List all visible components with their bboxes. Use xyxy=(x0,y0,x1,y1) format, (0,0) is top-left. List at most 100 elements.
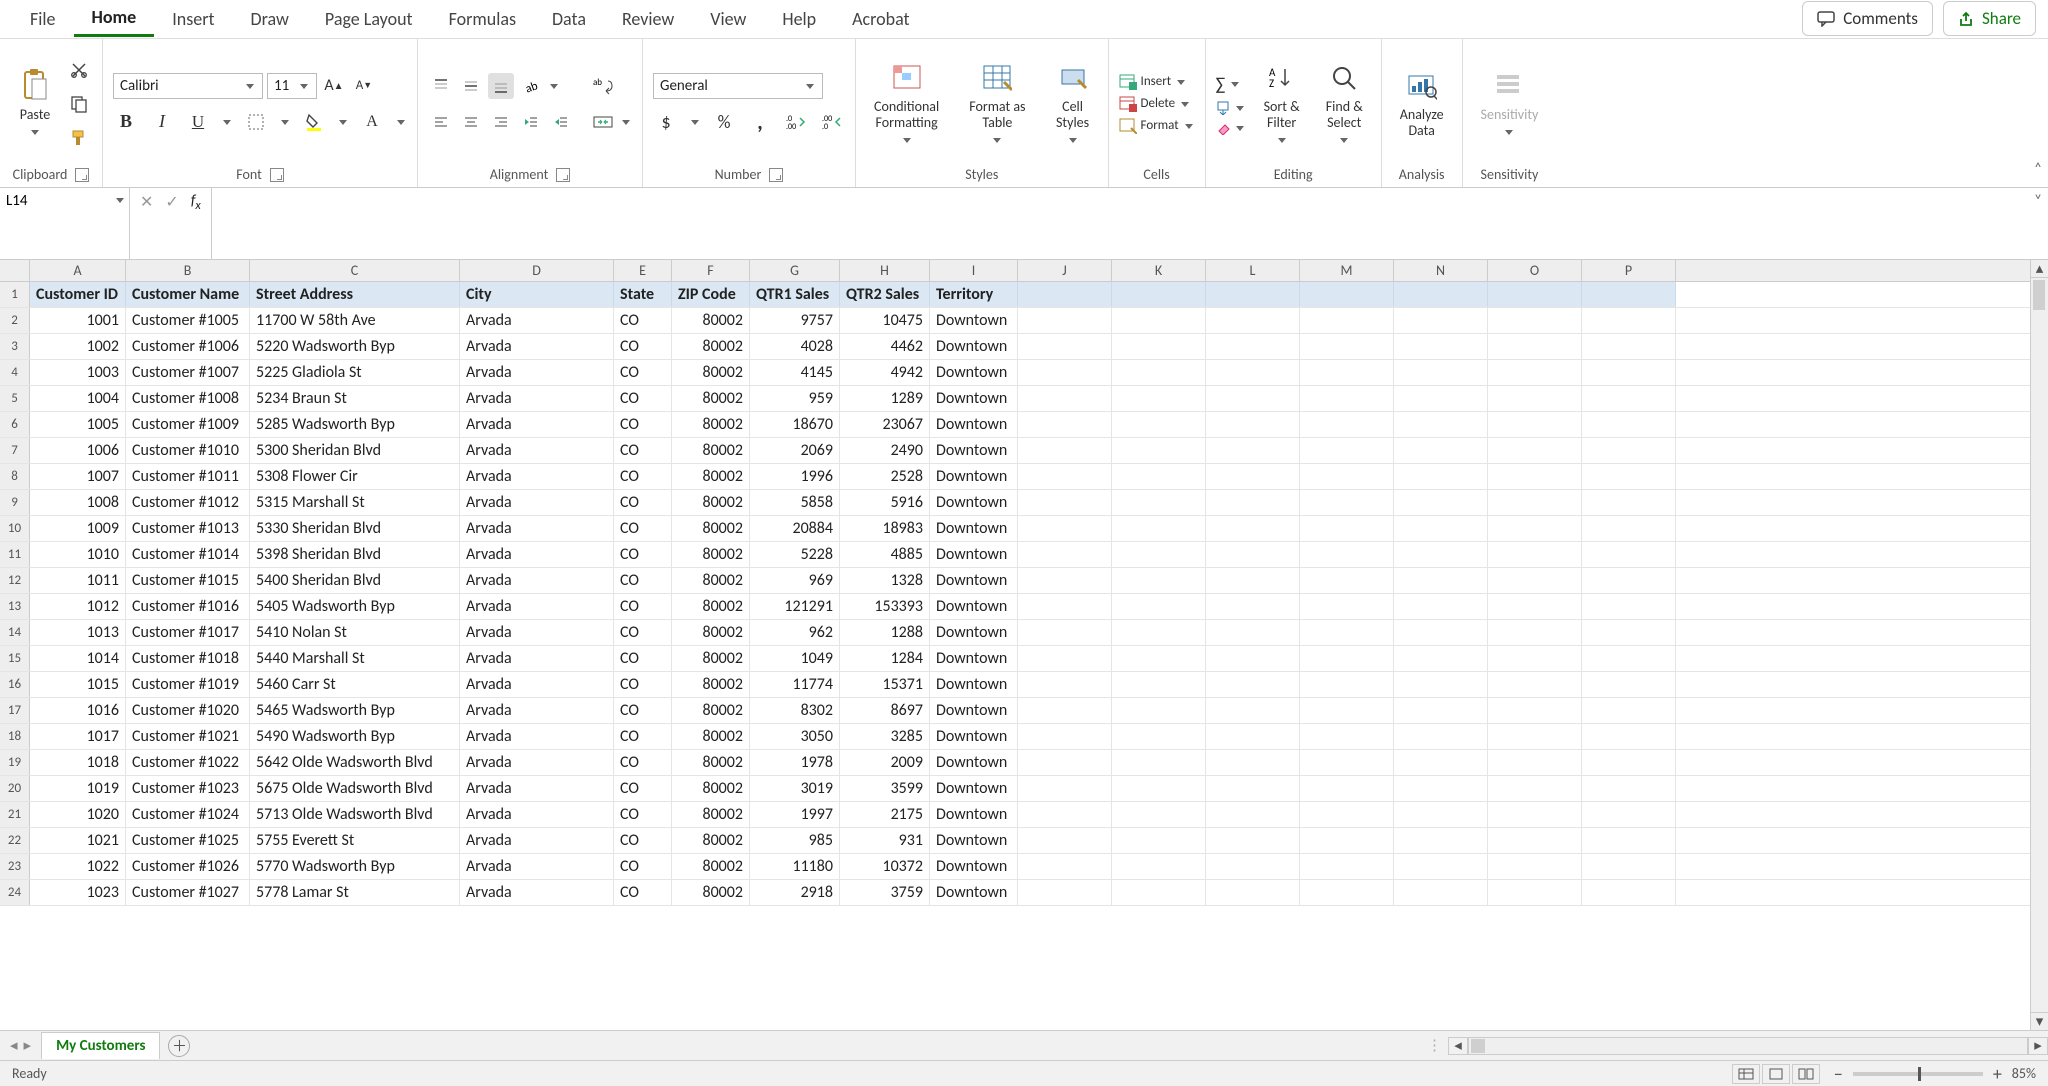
cell[interactable] xyxy=(1206,672,1300,697)
cell[interactable]: CO xyxy=(614,360,672,385)
cell[interactable]: Customer #1019 xyxy=(126,672,250,697)
row-header[interactable]: 3 xyxy=(0,334,30,359)
cell[interactable] xyxy=(1394,854,1488,879)
cell[interactable] xyxy=(1488,438,1582,463)
cell-styles-button[interactable]: Cell Styles xyxy=(1048,57,1098,150)
cell[interactable] xyxy=(1206,620,1300,645)
dialog-launcher-icon[interactable] xyxy=(270,168,284,182)
column-header[interactable]: I xyxy=(930,260,1018,281)
cell[interactable] xyxy=(1582,438,1676,463)
scroll-right-button[interactable]: ▸ xyxy=(2028,1037,2048,1055)
page-break-view-button[interactable] xyxy=(1792,1064,1820,1084)
cell[interactable]: 5440 Marshall St xyxy=(250,646,460,671)
cell[interactable] xyxy=(1300,308,1394,333)
cell[interactable]: 5300 Sheridan Blvd xyxy=(250,438,460,463)
share-button[interactable]: Share xyxy=(1943,1,2036,36)
cell[interactable]: Downtown xyxy=(930,854,1018,879)
cell[interactable]: Arvada xyxy=(460,620,614,645)
font-color-button[interactable]: A xyxy=(359,109,385,135)
cell[interactable]: 11180 xyxy=(750,854,840,879)
cell[interactable] xyxy=(1394,464,1488,489)
cell[interactable]: 2069 xyxy=(750,438,840,463)
cell[interactable]: 80002 xyxy=(672,594,750,619)
cell[interactable] xyxy=(1112,412,1206,437)
cell[interactable]: 1020 xyxy=(30,802,126,827)
cell[interactable] xyxy=(1206,334,1300,359)
cell[interactable]: 80002 xyxy=(672,854,750,879)
cell[interactable]: Downtown xyxy=(930,490,1018,515)
expand-formula-bar-button[interactable]: ˅ xyxy=(2028,188,2048,259)
cell[interactable]: 5778 Lamar St xyxy=(250,880,460,905)
cancel-icon[interactable]: ✕ xyxy=(140,192,153,212)
cell[interactable]: 1023 xyxy=(30,880,126,905)
cell[interactable] xyxy=(1018,594,1112,619)
cell[interactable]: City xyxy=(460,282,614,307)
cell[interactable]: QTR1 Sales xyxy=(750,282,840,307)
cell[interactable] xyxy=(1112,490,1206,515)
cell[interactable] xyxy=(1206,438,1300,463)
cell[interactable]: Customer #1026 xyxy=(126,854,250,879)
cell[interactable]: Customer #1022 xyxy=(126,750,250,775)
cell[interactable]: Customer #1012 xyxy=(126,490,250,515)
cell[interactable] xyxy=(1488,620,1582,645)
cell[interactable]: 1288 xyxy=(840,620,930,645)
cell[interactable]: Customer #1014 xyxy=(126,542,250,567)
cell[interactable] xyxy=(1300,386,1394,411)
chevron-down-icon[interactable] xyxy=(221,116,233,128)
cell[interactable]: Downtown xyxy=(930,620,1018,645)
cell[interactable] xyxy=(1300,282,1394,307)
cell[interactable] xyxy=(1018,802,1112,827)
cell[interactable]: 4028 xyxy=(750,334,840,359)
cell[interactable]: Arvada xyxy=(460,646,614,671)
cell[interactable]: 5916 xyxy=(840,490,930,515)
align-middle-button[interactable] xyxy=(458,73,484,99)
cell[interactable] xyxy=(1394,620,1488,645)
cell[interactable]: CO xyxy=(614,880,672,905)
clear-button[interactable] xyxy=(1216,121,1246,135)
cell[interactable]: 1978 xyxy=(750,750,840,775)
cell[interactable]: 2528 xyxy=(840,464,930,489)
cell[interactable] xyxy=(1112,516,1206,541)
cell[interactable]: 959 xyxy=(750,386,840,411)
cut-button[interactable] xyxy=(66,57,92,83)
cell[interactable]: 1997 xyxy=(750,802,840,827)
cell[interactable]: 80002 xyxy=(672,568,750,593)
cell[interactable]: 1013 xyxy=(30,620,126,645)
cell[interactable]: 1002 xyxy=(30,334,126,359)
cell[interactable]: Customer #1024 xyxy=(126,802,250,827)
row-header[interactable]: 20 xyxy=(0,776,30,801)
increase-decimal-button[interactable]: .0.00 xyxy=(783,109,809,135)
cell[interactable] xyxy=(1206,412,1300,437)
row-header[interactable]: 7 xyxy=(0,438,30,463)
cell[interactable]: Downtown xyxy=(930,516,1018,541)
cell[interactable] xyxy=(1300,438,1394,463)
cell[interactable] xyxy=(1112,438,1206,463)
fill-color-button[interactable] xyxy=(301,109,327,135)
cell[interactable] xyxy=(1206,516,1300,541)
tab-acrobat[interactable]: Acrobat xyxy=(834,2,927,36)
cell[interactable] xyxy=(1206,880,1300,905)
cell[interactable]: 4145 xyxy=(750,360,840,385)
cell[interactable]: Downtown xyxy=(930,672,1018,697)
cell[interactable]: 9757 xyxy=(750,308,840,333)
cell[interactable]: CO xyxy=(614,724,672,749)
comma-button[interactable]: , xyxy=(747,109,773,135)
number-format-select[interactable]: General xyxy=(653,73,823,99)
cell[interactable]: CO xyxy=(614,776,672,801)
row-header[interactable]: 4 xyxy=(0,360,30,385)
cell[interactable] xyxy=(1018,880,1112,905)
cell[interactable]: 1004 xyxy=(30,386,126,411)
cell[interactable]: CO xyxy=(614,464,672,489)
cell[interactable]: 5405 Wadsworth Byp xyxy=(250,594,460,619)
cell[interactable]: 1019 xyxy=(30,776,126,801)
delete-cells-button[interactable]: Delete xyxy=(1119,96,1195,112)
row-header[interactable]: 21 xyxy=(0,802,30,827)
cell[interactable]: Customer #1016 xyxy=(126,594,250,619)
cell[interactable]: Downtown xyxy=(930,646,1018,671)
cell[interactable] xyxy=(1112,854,1206,879)
cell[interactable]: 985 xyxy=(750,828,840,853)
cell[interactable]: CO xyxy=(614,568,672,593)
cell[interactable] xyxy=(1112,620,1206,645)
cell[interactable]: Downtown xyxy=(930,568,1018,593)
cell[interactable] xyxy=(1394,698,1488,723)
